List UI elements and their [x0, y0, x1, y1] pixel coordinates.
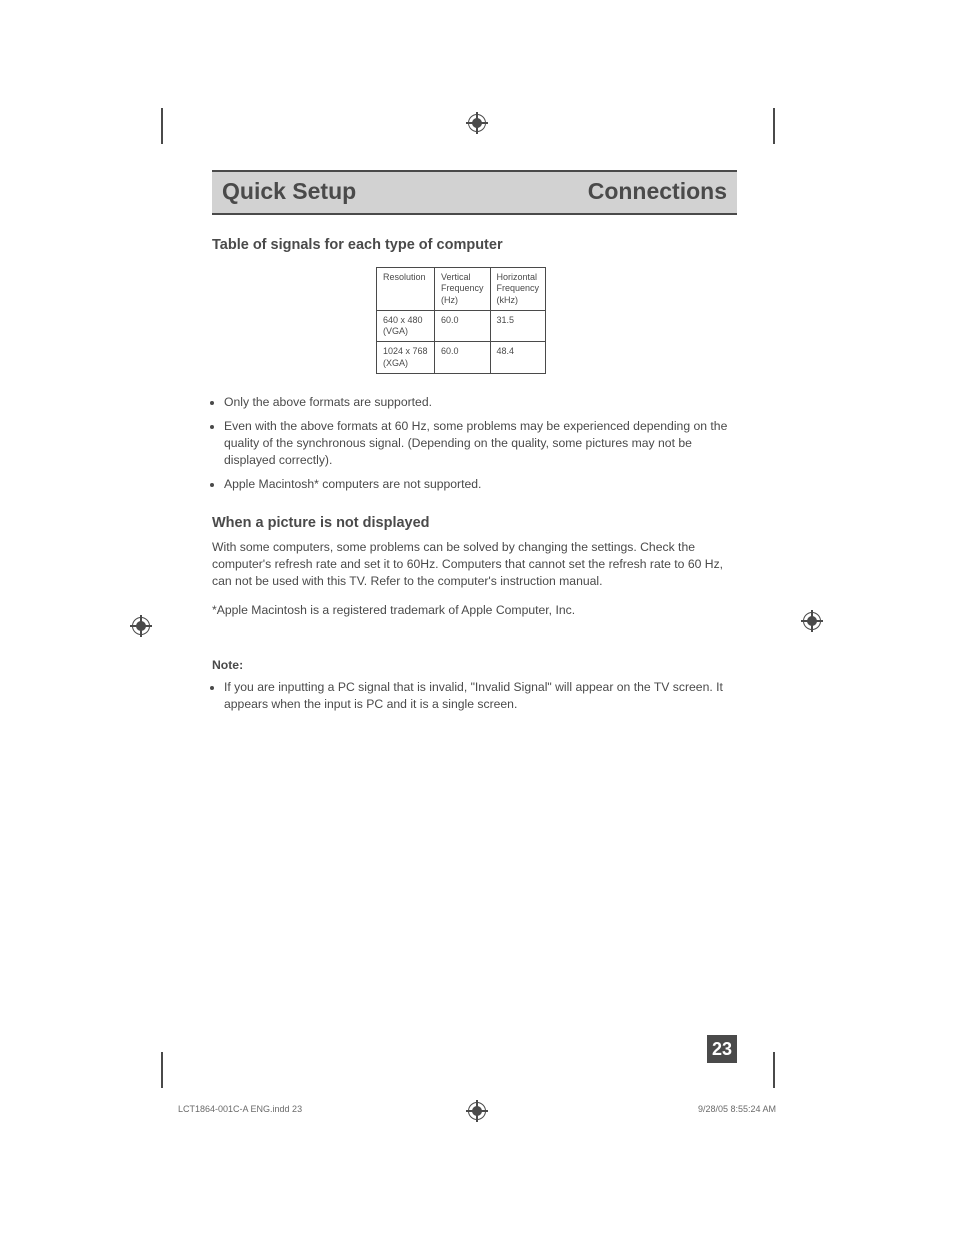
- signal-table: Resolution Vertical Frequency (Hz) Horiz…: [376, 267, 546, 374]
- table-row: 1024 x 768 (XGA) 60.0 48.4: [377, 342, 546, 374]
- registration-mark-icon: [130, 615, 152, 637]
- section-header-bar: Quick Setup Connections: [212, 170, 737, 215]
- table-cell: 1024 x 768 (XGA): [377, 342, 435, 374]
- table-cell: 31.5: [490, 310, 546, 342]
- list-item: Apple Macintosh* computers are not suppo…: [224, 476, 737, 493]
- crop-mark: [773, 1052, 775, 1088]
- list-item: If you are inputting a PC signal that is…: [224, 679, 737, 713]
- section-title: Table of signals for each type of comput…: [212, 237, 737, 253]
- page-number-badge: 23: [707, 1035, 737, 1063]
- print-footer: LCT1864-001C-A ENG.indd 23 9/28/05 8:55:…: [178, 1104, 776, 1114]
- bullet-list: Only the above formats are supported. Ev…: [212, 394, 737, 493]
- registration-mark-icon: [801, 610, 823, 632]
- table-row: Resolution Vertical Frequency (Hz) Horiz…: [377, 268, 546, 311]
- paragraph: With some computers, some problems can b…: [212, 539, 737, 590]
- paragraph: *Apple Macintosh is a registered tradema…: [212, 602, 737, 619]
- crop-mark: [161, 1052, 163, 1088]
- footer-timestamp: 9/28/05 8:55:24 AM: [698, 1104, 776, 1114]
- footer-file: LCT1864-001C-A ENG.indd 23: [178, 1104, 302, 1114]
- table-cell: 48.4: [490, 342, 546, 374]
- list-item: Even with the above formats at 60 Hz, so…: [224, 418, 737, 469]
- page-number: 23: [712, 1039, 732, 1060]
- table-header-cell: Horizontal Frequency (kHz): [490, 268, 546, 311]
- note-block: Note: If you are inputting a PC signal t…: [212, 657, 737, 712]
- table-header-cell: Resolution: [377, 268, 435, 311]
- note-label: Note:: [212, 657, 737, 674]
- crop-mark: [773, 108, 775, 144]
- table-cell: 60.0: [435, 310, 491, 342]
- header-right: Connections: [588, 178, 727, 205]
- table-cell: 640 x 480 (VGA): [377, 310, 435, 342]
- table-header-cell: Vertical Frequency (Hz): [435, 268, 491, 311]
- page-content: Quick Setup Connections Table of signals…: [212, 170, 737, 725]
- bullet-list: If you are inputting a PC signal that is…: [212, 679, 737, 713]
- registration-mark-icon: [466, 112, 488, 134]
- crop-mark: [161, 108, 163, 144]
- header-left: Quick Setup: [222, 178, 356, 205]
- list-item: Only the above formats are supported.: [224, 394, 737, 411]
- section-title: When a picture is not displayed: [212, 515, 737, 531]
- table-cell: 60.0: [435, 342, 491, 374]
- table-row: 640 x 480 (VGA) 60.0 31.5: [377, 310, 546, 342]
